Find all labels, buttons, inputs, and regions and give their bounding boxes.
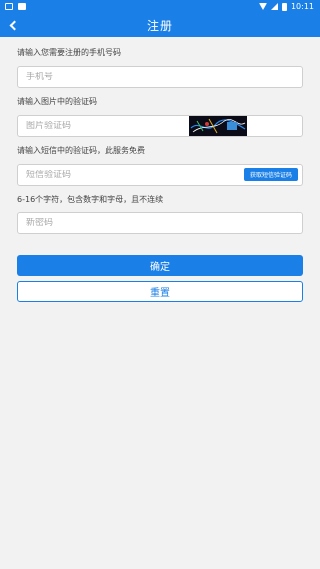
password-field-box bbox=[17, 212, 303, 234]
captcha-input[interactable] bbox=[26, 121, 176, 131]
phone-field-box bbox=[17, 66, 303, 88]
status-time: 10:11 bbox=[290, 2, 314, 11]
reset-button[interactable]: 重置 bbox=[17, 281, 303, 302]
status-bar: 10:11 bbox=[0, 0, 320, 13]
get-sms-code-button[interactable]: 获取短信验证码 bbox=[244, 168, 298, 181]
signal-icon bbox=[270, 3, 278, 10]
captcha-image[interactable] bbox=[189, 116, 247, 136]
phone-label: 请输入您需要注册的手机号码 bbox=[17, 48, 121, 57]
chevron-left-icon bbox=[9, 20, 20, 30]
wifi-icon bbox=[258, 3, 267, 10]
battery-icon bbox=[281, 2, 287, 11]
title-bar: 注册 bbox=[0, 13, 320, 37]
page-title: 注册 bbox=[146, 18, 173, 33]
phone-input[interactable] bbox=[26, 72, 176, 82]
sms-code-input[interactable] bbox=[26, 170, 176, 180]
notification-icon bbox=[5, 3, 13, 10]
captcha-label: 请输入图片中的验证码 bbox=[17, 97, 97, 106]
password-input[interactable] bbox=[26, 218, 176, 228]
confirm-button[interactable]: 确定 bbox=[17, 255, 303, 276]
back-button[interactable] bbox=[4, 16, 22, 34]
captcha-field-box bbox=[17, 115, 303, 137]
image-icon bbox=[18, 3, 26, 10]
password-label: 6-16个字符，包含数字和字母，且不连续 bbox=[17, 195, 164, 204]
sms-label: 请输入短信中的验证码，此服务免费 bbox=[17, 146, 145, 155]
